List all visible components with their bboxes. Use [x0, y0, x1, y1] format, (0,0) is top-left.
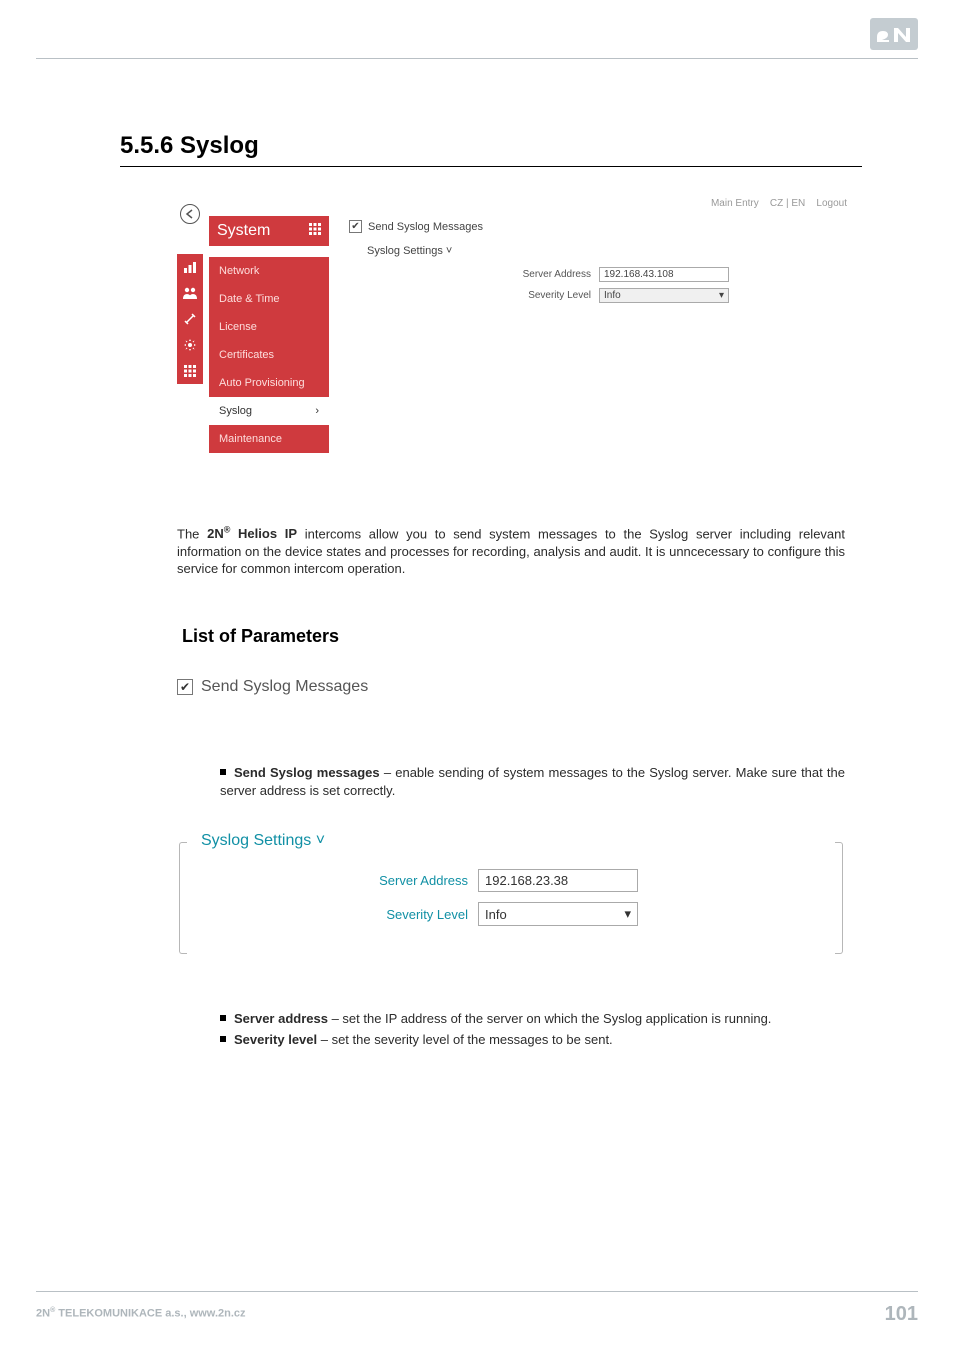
header-divider: [36, 58, 918, 59]
severity-level-select-2[interactable]: Info ▾: [478, 902, 638, 926]
severity-level-value: Info: [604, 290, 621, 301]
para-brand: 2N: [207, 526, 224, 541]
sidebar-tile-4[interactable]: [177, 332, 203, 358]
menu-item-license[interactable]: License: [209, 313, 329, 341]
fieldset-bracket-left: [179, 842, 187, 954]
syslog-settings-legend[interactable]: Syslog Settings ˅: [197, 832, 329, 850]
sidebar-tile-3[interactable]: [177, 306, 203, 332]
footer-brand: 2N: [36, 1308, 50, 1320]
syslog-settings-screenshot: Syslog Settings ˅ Server Address 192.168…: [177, 842, 845, 952]
footer-divider: [36, 1291, 918, 1292]
severity-level-value-2: Info: [485, 907, 507, 922]
logout-link[interactable]: Logout: [816, 198, 847, 209]
bullet-icon: [220, 769, 226, 775]
chevron-down-icon: ▾: [719, 290, 724, 301]
menu-item-syslog[interactable]: Syslog ›: [209, 397, 329, 425]
param-name: Send Syslog messages: [234, 765, 380, 780]
server-address-input[interactable]: 192.168.43.108: [599, 267, 729, 282]
send-syslog-label: Send Syslog Messages: [368, 221, 483, 233]
menu-item-date-time[interactable]: Date & Time: [209, 285, 329, 313]
menu-item-network[interactable]: Network: [209, 257, 329, 285]
page-number: 101: [885, 1303, 918, 1326]
param-desc-severity-level: Severity level – set the severity level …: [220, 1031, 845, 1050]
bullet-icon: [220, 1015, 226, 1021]
sidebar-tile-1[interactable]: [177, 254, 203, 280]
checkbox-screenshot: ✔ Send Syslog Messages: [177, 678, 845, 696]
menu-item-auto-provisioning[interactable]: Auto Provisioning: [209, 369, 329, 397]
server-address-label: Server Address: [349, 269, 599, 280]
intro-paragraph: The 2N® Helios IP intercoms allow you to…: [177, 524, 845, 578]
section-title-system: System: [209, 216, 329, 246]
fieldset-bracket-right: [835, 842, 843, 954]
para-brand2: Helios IP: [230, 526, 297, 541]
param-desc-group: Server address – set the IP address of t…: [220, 1010, 845, 1052]
system-menu: Network Date & Time License Certificates…: [209, 257, 329, 453]
send-syslog-checkbox-2[interactable]: ✔: [177, 679, 193, 695]
sidebar-tile-2[interactable]: [177, 280, 203, 306]
param-name: Server address: [234, 1011, 328, 1026]
subheading-list-of-parameters: List of Parameters: [182, 626, 339, 647]
main-entry-link[interactable]: Main Entry: [711, 198, 759, 209]
back-button[interactable]: [180, 204, 200, 224]
send-syslog-checkbox[interactable]: ✔: [349, 220, 362, 233]
page-title: 5.5.6 Syslog: [120, 132, 862, 167]
chevron-down-icon: ▾: [624, 906, 631, 922]
lang-switch[interactable]: CZ | EN: [770, 198, 805, 209]
para-pre: The: [177, 526, 207, 541]
menu-item-syslog-label: Syslog: [219, 405, 252, 417]
param-desc-send-syslog: Send Syslog messages – enable sending of…: [220, 764, 845, 799]
brand-logo-2n: [870, 18, 918, 50]
footer-company: TELEKOMUNIKACE a.s., www.2n.cz: [55, 1308, 245, 1320]
chevron-right-icon: ›: [315, 405, 319, 417]
footer-left: 2N® TELEKOMUNIKACE a.s., www.2n.cz: [36, 1307, 246, 1320]
severity-level-label: Severity Level: [349, 290, 599, 301]
topbar: Main Entry CZ | EN Logout: [711, 198, 847, 209]
grid-icon[interactable]: [309, 222, 321, 240]
param-desc-server-address: Server address – set the IP address of t…: [220, 1010, 845, 1029]
server-address-label-2: Server Address: [178, 873, 478, 888]
bullet-icon: [220, 1036, 226, 1042]
send-syslog-label-2: Send Syslog Messages: [201, 678, 368, 696]
severity-level-select[interactable]: Info ▾: [599, 288, 729, 303]
config-ui-screenshot-1: Main Entry CZ | EN Logout System Network…: [177, 190, 857, 490]
param-rest: – set the severity level of the messages…: [317, 1032, 613, 1047]
section-title-label: System: [217, 222, 270, 240]
param-rest: – set the IP address of the server on wh…: [328, 1011, 771, 1026]
menu-item-maintenance[interactable]: Maintenance: [209, 425, 329, 453]
param-name: Severity level: [234, 1032, 317, 1047]
server-address-input-2[interactable]: 192.168.23.38: [478, 869, 638, 892]
menu-item-certificates[interactable]: Certificates: [209, 341, 329, 369]
severity-level-label-2: Severity Level: [178, 907, 478, 922]
syslog-settings-heading[interactable]: Syslog Settings ˅: [367, 245, 857, 257]
sidebar-tile-5[interactable]: [177, 358, 203, 384]
